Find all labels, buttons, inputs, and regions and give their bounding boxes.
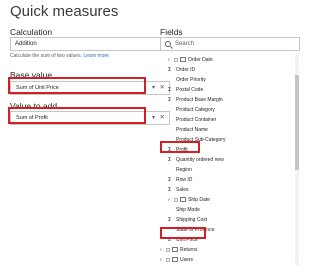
table-icon bbox=[172, 247, 178, 253]
checkbox[interactable] bbox=[174, 197, 178, 202]
value-to-add-highlight bbox=[8, 107, 146, 124]
sigma-icon: Σ bbox=[168, 87, 172, 93]
field-item[interactable]: › Ship Date bbox=[168, 195, 210, 205]
field-label: Shipping Cost bbox=[176, 217, 208, 223]
table-icon bbox=[180, 57, 186, 63]
field-item[interactable]: › Order Date bbox=[168, 55, 213, 65]
sigma-icon: Σ bbox=[168, 97, 172, 103]
field-label: Product Category bbox=[176, 107, 215, 113]
table-icon bbox=[180, 197, 186, 203]
quick-measures-dialog: Quick measures Calculation Addition ▾ Ca… bbox=[0, 0, 300, 275]
field-label: Product Name bbox=[176, 127, 208, 133]
calculation-label: Calculation bbox=[10, 27, 53, 37]
sigma-icon: Σ bbox=[168, 217, 172, 223]
fields-scrollbar[interactable] bbox=[295, 55, 299, 265]
field-label: Quantity ordered new bbox=[176, 157, 224, 163]
learn-more-link[interactable]: Learn more bbox=[83, 53, 109, 59]
chevron-down-icon[interactable]: ▾ bbox=[152, 112, 155, 124]
base-value-highlight bbox=[8, 77, 146, 94]
field-item[interactable]: › Users bbox=[160, 255, 193, 265]
field-item[interactable]: Σ Postal Code bbox=[168, 85, 203, 95]
checkbox[interactable] bbox=[166, 257, 170, 262]
dialog-title: Quick measures bbox=[10, 3, 119, 20]
field-item[interactable]: › Returns bbox=[160, 245, 198, 255]
field-label: Row ID bbox=[176, 177, 193, 183]
field-label: Returns bbox=[180, 247, 198, 253]
scrollbar-thumb[interactable] bbox=[295, 75, 299, 170]
calculation-help: Calculate the sum of two values. Learn m… bbox=[10, 53, 109, 59]
fields-label: Fields bbox=[160, 27, 183, 37]
field-item[interactable]: Product Container bbox=[168, 115, 216, 125]
unit-price-highlight bbox=[160, 227, 206, 239]
field-label: Ship Date bbox=[188, 197, 210, 203]
field-label: Sales bbox=[176, 187, 189, 193]
field-item[interactable]: Product Category bbox=[168, 105, 215, 115]
checkbox[interactable] bbox=[166, 247, 170, 252]
sigma-icon: Σ bbox=[168, 67, 172, 73]
field-item[interactable]: Σ Row ID bbox=[168, 175, 192, 185]
field-item[interactable]: Product Name bbox=[168, 125, 208, 135]
calculation-value: Addition bbox=[15, 41, 37, 47]
field-item[interactable]: Σ Order ID bbox=[168, 65, 195, 75]
search-input[interactable]: Search bbox=[160, 37, 300, 51]
table-icon bbox=[172, 257, 178, 263]
field-item[interactable]: Σ Quantity ordered new bbox=[168, 155, 224, 165]
sigma-icon: Σ bbox=[168, 177, 172, 183]
help-text: Calculate the sum of two values. bbox=[10, 53, 84, 59]
chevron-down-icon[interactable]: ▾ bbox=[152, 82, 155, 94]
field-label: Order ID bbox=[176, 67, 196, 73]
field-label: Product Base Margin bbox=[176, 97, 223, 103]
field-item[interactable]: Σ Product Base Margin bbox=[168, 95, 223, 105]
field-item[interactable]: Order Priority bbox=[168, 75, 206, 85]
field-item[interactable]: Σ Sales bbox=[168, 185, 189, 195]
sigma-icon: Σ bbox=[168, 187, 172, 193]
field-label: Order Priority bbox=[176, 77, 206, 83]
search-placeholder: Search bbox=[175, 41, 195, 47]
calculation-select[interactable]: Addition ▾ bbox=[10, 37, 170, 51]
field-label: Product Container bbox=[176, 117, 217, 123]
field-label: Postal Code bbox=[176, 87, 204, 93]
field-item[interactable]: Ship Mode bbox=[168, 205, 200, 215]
field-label: Ship Mode bbox=[176, 207, 200, 213]
field-item[interactable]: Region bbox=[168, 165, 192, 175]
sigma-icon: Σ bbox=[168, 157, 172, 163]
search-icon bbox=[165, 41, 171, 47]
field-label: Users bbox=[180, 257, 194, 263]
field-item[interactable]: Σ Shipping Cost bbox=[168, 215, 207, 225]
field-label: Order Date bbox=[188, 57, 213, 63]
profit-highlight bbox=[160, 141, 200, 153]
field-label: Region bbox=[176, 167, 192, 173]
checkbox[interactable] bbox=[174, 57, 178, 62]
